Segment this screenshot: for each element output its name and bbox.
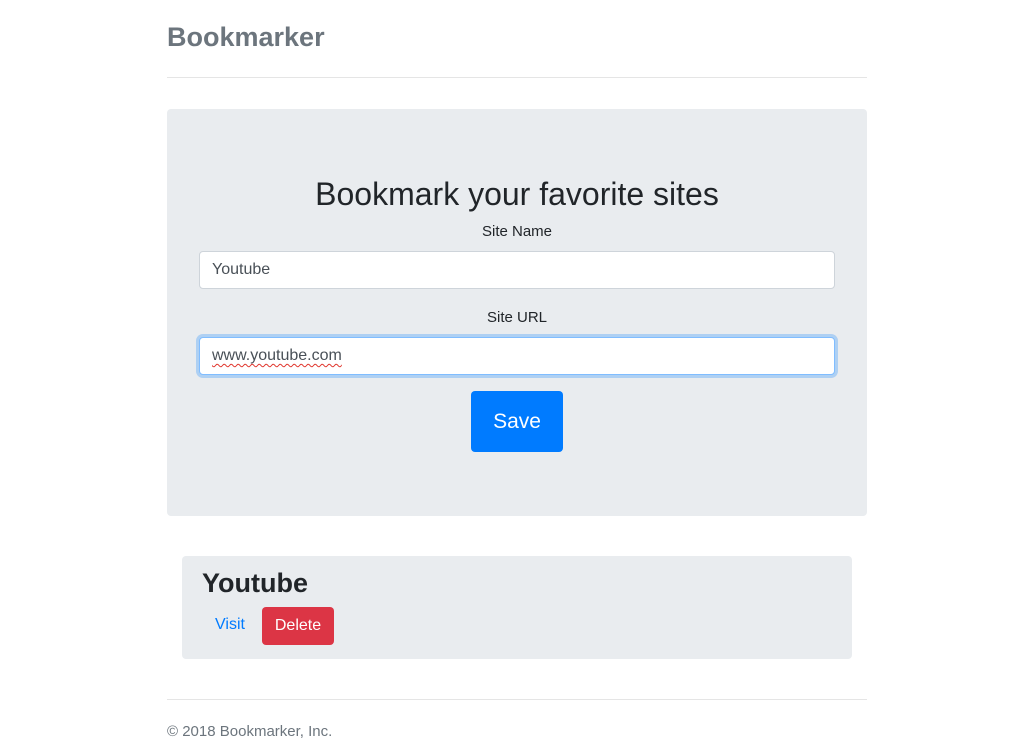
brand-title: Bookmarker bbox=[167, 22, 325, 52]
site-url-value: www.youtube.com bbox=[212, 347, 342, 364]
bookmark-name: Youtube bbox=[202, 568, 308, 598]
bookmark-form-panel: Bookmark your favorite sites Site Name Y… bbox=[167, 109, 867, 516]
footer: © 2018 Bookmarker, Inc. bbox=[167, 699, 867, 756]
page-container: Bookmarker Bookmark your favorite sites … bbox=[167, 0, 867, 740]
delete-button[interactable]: Delete bbox=[262, 607, 334, 645]
header: Bookmarker bbox=[167, 0, 867, 78]
footer-text: © 2018 Bookmarker, Inc. bbox=[167, 723, 333, 740]
save-button[interactable]: Save bbox=[471, 391, 563, 452]
visit-link[interactable]: Visit bbox=[215, 616, 245, 634]
bookmark-card: Youtube Visit Delete bbox=[182, 556, 852, 659]
site-name-value: Youtube bbox=[212, 261, 271, 278]
site-url-label: Site URL bbox=[486, 309, 548, 326]
site-url-input[interactable]: www.youtube.com bbox=[199, 337, 835, 375]
site-name-label: Site Name bbox=[481, 223, 553, 240]
site-name-input[interactable]: Youtube bbox=[199, 251, 835, 289]
form-heading: Bookmark your favorite sites bbox=[315, 176, 719, 212]
